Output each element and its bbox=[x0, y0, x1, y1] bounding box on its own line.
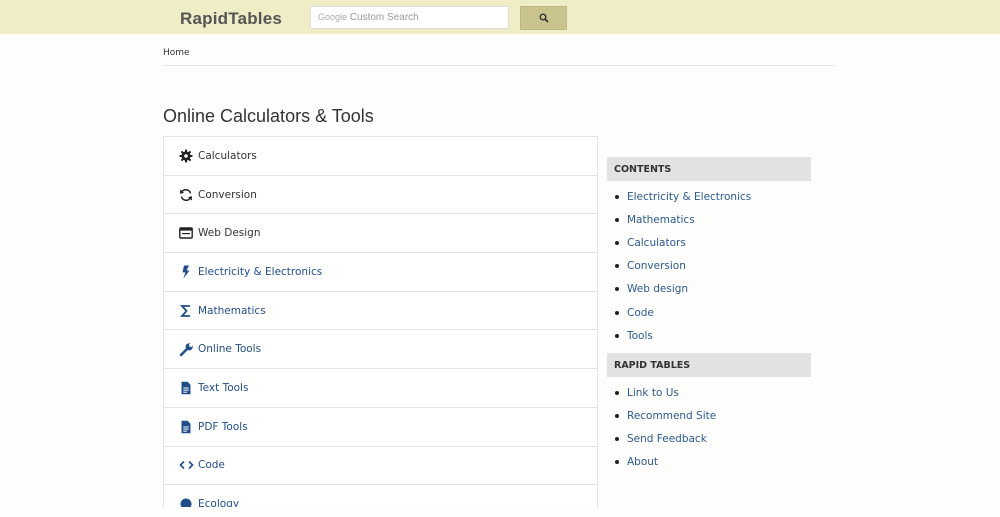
search-button[interactable] bbox=[520, 6, 567, 30]
contents-link[interactable]: Code bbox=[627, 307, 654, 319]
category-online-tools[interactable]: Online Tools bbox=[164, 330, 597, 370]
bullet bbox=[615, 264, 619, 269]
code-icon bbox=[178, 457, 194, 473]
contents-item[interactable]: Mathematics bbox=[607, 208, 811, 231]
globe-icon bbox=[178, 496, 194, 507]
bullet bbox=[615, 287, 619, 292]
category-label: Text Tools bbox=[198, 381, 249, 394]
category-code[interactable]: Code bbox=[164, 447, 597, 486]
category-label: Ecology bbox=[198, 498, 240, 507]
category-label: Electricity & Electronics bbox=[198, 265, 323, 278]
contents-list: Electricity & Electronics Mathematics Ca… bbox=[607, 181, 811, 353]
bullet bbox=[615, 460, 619, 465]
sigma-icon bbox=[178, 303, 194, 319]
bullet bbox=[615, 217, 619, 222]
contents-link[interactable]: Conversion bbox=[627, 260, 686, 272]
search-brand: Google bbox=[318, 12, 348, 22]
document-icon bbox=[178, 419, 194, 435]
category-pdf-tools[interactable]: PDF Tools bbox=[164, 408, 597, 447]
category-label: Conversion bbox=[198, 188, 257, 201]
contents-item[interactable]: Calculators bbox=[607, 231, 811, 254]
search-icon bbox=[539, 13, 549, 23]
category-web-design[interactable]: Web Design bbox=[164, 214, 597, 254]
lightning-icon bbox=[178, 264, 194, 280]
search-input[interactable]: Google Custom Search bbox=[310, 6, 509, 29]
rapid-item[interactable]: About bbox=[607, 451, 811, 474]
document-icon bbox=[178, 380, 194, 396]
bullet bbox=[615, 194, 619, 199]
browser-window-icon bbox=[178, 225, 194, 241]
search-placeholder: Custom Search bbox=[349, 12, 419, 23]
sidebar: CONTENTS Electricity & Electronics Mathe… bbox=[607, 157, 811, 480]
bullet bbox=[615, 437, 619, 442]
rapid-link[interactable]: Recommend Site bbox=[627, 410, 716, 422]
gear-icon bbox=[178, 148, 194, 164]
rapid-item[interactable]: Link to Us bbox=[607, 381, 811, 404]
contents-link[interactable]: Calculators bbox=[627, 237, 686, 249]
contents-heading: CONTENTS bbox=[607, 157, 811, 181]
contents-link[interactable]: Tools bbox=[627, 330, 653, 342]
contents-item[interactable]: Web design bbox=[607, 278, 811, 301]
page-title: Online Calculators & Tools bbox=[163, 106, 374, 126]
top-bar: RapidTables Google Custom Search bbox=[0, 0, 1000, 34]
rapid-item[interactable]: Recommend Site bbox=[607, 405, 811, 428]
refresh-icon bbox=[178, 187, 194, 203]
contents-item[interactable]: Code bbox=[607, 301, 811, 324]
category-list: Calculators Conversion Web Design Electr… bbox=[163, 136, 598, 507]
category-mathematics[interactable]: Mathematics bbox=[164, 292, 597, 331]
rapid-tables-heading: RAPID TABLES bbox=[607, 353, 811, 378]
breadcrumb-home[interactable]: Home bbox=[163, 48, 190, 58]
bullet bbox=[615, 310, 619, 315]
rapid-tables-list: Link to Us Recommend Site Send Feedback … bbox=[607, 377, 811, 480]
category-conversion[interactable]: Conversion bbox=[164, 176, 597, 215]
contents-link[interactable]: Mathematics bbox=[627, 214, 695, 226]
breadcrumb-divider bbox=[163, 65, 835, 66]
category-label: Code bbox=[198, 459, 225, 472]
category-label: Online Tools bbox=[198, 343, 262, 356]
category-ecology[interactable]: Ecology bbox=[164, 485, 597, 507]
contents-item[interactable]: Tools bbox=[607, 324, 811, 347]
category-label: Mathematics bbox=[198, 304, 266, 317]
category-electricity[interactable]: Electricity & Electronics bbox=[164, 253, 597, 292]
category-label: Calculators bbox=[198, 149, 257, 162]
rapid-item[interactable]: Send Feedback bbox=[607, 428, 811, 451]
contents-link[interactable]: Electricity & Electronics bbox=[627, 191, 751, 203]
site-logo[interactable]: RapidTables bbox=[180, 9, 282, 29]
bullet bbox=[615, 333, 619, 338]
contents-item[interactable]: Conversion bbox=[607, 255, 811, 278]
contents-item[interactable]: Electricity & Electronics bbox=[607, 185, 811, 208]
category-label: PDF Tools bbox=[198, 420, 248, 433]
wrench-icon bbox=[178, 341, 194, 357]
rapid-link[interactable]: Link to Us bbox=[627, 387, 679, 399]
category-text-tools[interactable]: Text Tools bbox=[164, 369, 597, 408]
rapid-link[interactable]: About bbox=[627, 456, 658, 468]
category-label: Web Design bbox=[198, 227, 261, 240]
bullet bbox=[615, 390, 619, 395]
bullet bbox=[615, 414, 619, 419]
contents-link[interactable]: Web design bbox=[627, 283, 688, 295]
rapid-link[interactable]: Send Feedback bbox=[627, 433, 707, 445]
category-calculators[interactable]: Calculators bbox=[164, 137, 597, 176]
bullet bbox=[615, 240, 619, 245]
